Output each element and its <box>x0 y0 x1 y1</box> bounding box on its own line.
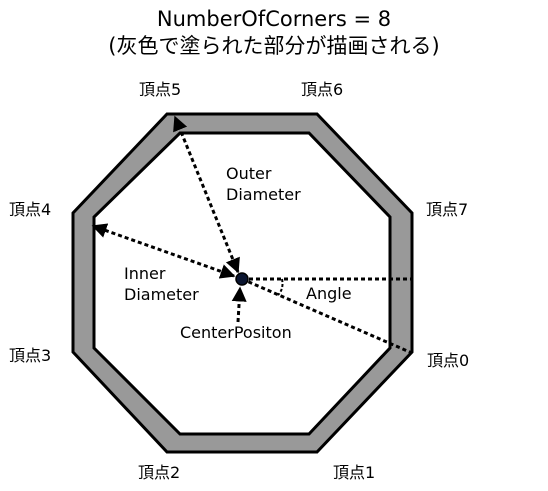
inner-diameter-label-1: Inner <box>124 264 166 283</box>
vertex-label-1: 頂点1 <box>333 463 376 482</box>
center-point <box>235 272 249 286</box>
outer-diameter-label-2: Diameter <box>226 185 301 204</box>
inner-diameter-label-2: Diameter <box>124 285 199 304</box>
outer-diameter-label-1: Outer <box>226 164 272 183</box>
center-position-arrow <box>231 286 247 323</box>
vertex-label-0: 頂点0 <box>427 351 470 370</box>
vertex-label-5: 頂点5 <box>139 80 182 99</box>
octagon-diagram <box>71 112 414 454</box>
vertex-label-7: 頂点7 <box>426 200 469 219</box>
vertex-label-6: 頂点6 <box>301 80 344 99</box>
vertex-label-3: 頂点3 <box>9 346 52 365</box>
title-line-1: NumberOfCorners = 8 <box>156 7 392 31</box>
vertex-label-2: 頂点2 <box>138 463 181 482</box>
vertex-label-4: 頂点4 <box>9 200 52 219</box>
title-line-2: (灰色で塗られた部分が描画される) <box>108 34 440 58</box>
angle-arc <box>277 278 284 296</box>
center-position-label: CenterPositon <box>180 323 292 342</box>
angle-label: Angle <box>306 284 352 303</box>
